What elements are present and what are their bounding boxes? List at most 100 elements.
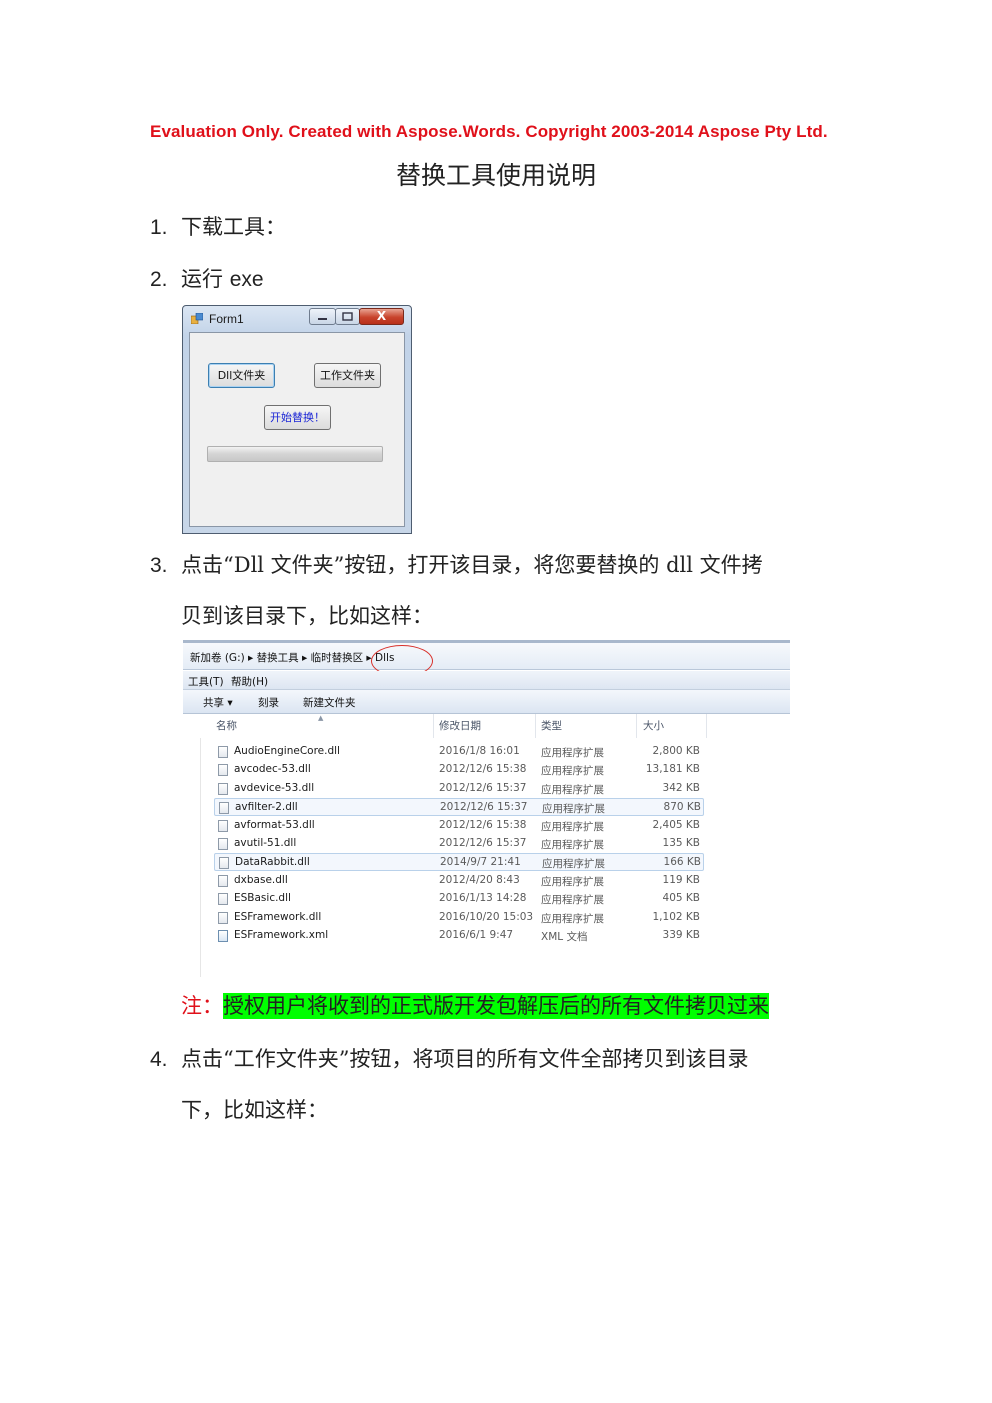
file-size: 2,800 KB xyxy=(652,745,701,757)
maximize-icon xyxy=(342,312,353,321)
file-type: 应用程序扩展 xyxy=(541,747,604,759)
file-name: avcodec-53.dll xyxy=(234,763,311,775)
note-highlighted-text: 授权用户将收到的正式版开发包解压后的所有文件拷贝过来 xyxy=(223,993,769,1019)
file-row[interactable]: avutil-51.dll 2012/12/6 15:37 应用程序扩展 135… xyxy=(214,835,704,853)
file-date: 2012/12/6 15:37 xyxy=(440,801,528,813)
column-header-name[interactable]: 名称 xyxy=(216,714,237,738)
start-replace-button[interactable]: 开始替换！ xyxy=(264,405,331,430)
breadcrumb[interactable]: 新加卷 (G:) ▸ 替换工具 ▸ 临时替换区 ▸ Dlls xyxy=(190,650,394,665)
dll-file-icon xyxy=(218,912,228,924)
close-button[interactable]: X xyxy=(359,308,404,325)
file-name: AudioEngineCore.dll xyxy=(234,745,340,757)
column-header-date[interactable]: 修改日期 xyxy=(439,714,481,738)
minimize-icon xyxy=(318,318,327,320)
step-3: 3. 点击“Dll 文件夹”按钮，打开该目录，将您要替换的 dll 文件拷 xyxy=(150,549,763,579)
file-date: 2014/9/7 21:41 xyxy=(440,856,521,868)
file-type: 应用程序扩展 xyxy=(541,765,604,777)
menu-help[interactable]: 帮助(H) xyxy=(231,674,268,689)
file-type: 应用程序扩展 xyxy=(542,858,605,870)
menu-bar: 工具(T) 帮助(H) xyxy=(183,671,790,690)
file-size: 13,181 KB xyxy=(645,763,700,775)
file-row[interactable]: avfilter-2.dll 2012/12/6 15:37 应用程序扩展 87… xyxy=(214,798,704,816)
file-size: 135 KB xyxy=(662,837,700,849)
minimize-button[interactable] xyxy=(309,308,336,325)
file-name: ESBasic.dll xyxy=(234,892,291,904)
command-bar: 共享 ▾ 刻录 新建文件夹 xyxy=(183,690,790,714)
file-date: 2012/12/6 15:38 xyxy=(439,763,527,775)
file-type: 应用程序扩展 xyxy=(541,876,604,888)
file-size: 119 KB xyxy=(662,874,700,886)
file-type: XML 文档 xyxy=(541,931,588,943)
step-text: 点击“Dll 文件夹”按钮，打开该目录，将您要替换的 dll 文件拷 xyxy=(181,553,763,577)
form-app-icon xyxy=(191,313,203,324)
file-size: 1,102 KB xyxy=(652,911,701,923)
step-number: 4. xyxy=(150,1048,168,1071)
form1-window: Form1 X Dll文件夹 工作文件夹 开始替换！ xyxy=(182,305,412,534)
step-text: 下载工具： xyxy=(181,215,286,239)
file-name: avdevice-53.dll xyxy=(234,782,315,794)
file-name: ESFramework.xml xyxy=(234,929,329,941)
dll-file-icon xyxy=(218,746,228,758)
step-2: 2. 运行 exe xyxy=(150,263,264,293)
step-text: 点击“工作文件夹”按钮，将项目的所有文件全部拷贝到该目录 xyxy=(181,1047,749,1071)
file-name: avfilter-2.dll xyxy=(235,801,298,813)
menu-tools[interactable]: 工具(T) xyxy=(188,674,224,689)
file-date: 2016/10/20 15:03 xyxy=(439,911,534,923)
file-row[interactable]: avformat-53.dll 2012/12/6 15:38 应用程序扩展 2… xyxy=(214,817,704,835)
column-separator xyxy=(535,714,536,738)
file-row[interactable]: ESBasic.dll 2016/1/13 14:28 应用程序扩展 405 K… xyxy=(214,890,704,908)
note-label: 注： xyxy=(181,994,223,1018)
progress-bar xyxy=(207,446,383,462)
file-type: 应用程序扩展 xyxy=(541,784,604,796)
dll-file-icon xyxy=(219,857,229,869)
file-row[interactable]: AudioEngineCore.dll 2016/1/8 16:01 应用程序扩… xyxy=(214,743,704,761)
step-4: 4. 点击“工作文件夹”按钮，将项目的所有文件全部拷贝到该目录 xyxy=(150,1043,748,1073)
file-size: 166 KB xyxy=(663,856,701,868)
file-date: 2016/6/1 9:47 xyxy=(439,929,514,941)
share-button[interactable]: 共享 ▾ xyxy=(203,695,233,710)
file-name: DataRabbit.dll xyxy=(235,856,310,868)
maximize-button[interactable] xyxy=(335,308,360,325)
dll-file-icon xyxy=(218,783,228,795)
file-row[interactable]: avdevice-53.dll 2012/12/6 15:37 应用程序扩展 3… xyxy=(214,780,704,798)
file-type: 应用程序扩展 xyxy=(541,913,604,925)
dll-file-icon xyxy=(218,875,228,887)
dll-file-icon xyxy=(218,820,228,832)
dll-folder-button[interactable]: Dll文件夹 xyxy=(208,363,275,388)
evaluation-notice: Evaluation Only. Created with Aspose.Wor… xyxy=(150,122,828,141)
file-date: 2012/12/6 15:37 xyxy=(439,837,527,849)
work-folder-button[interactable]: 工作文件夹 xyxy=(314,363,381,388)
file-name: ESFramework.dll xyxy=(234,911,322,923)
step-number: 2. xyxy=(150,268,168,291)
column-separator xyxy=(636,714,637,738)
file-date: 2016/1/8 16:01 xyxy=(439,745,520,757)
step-number: 1. xyxy=(150,216,168,239)
column-header-type[interactable]: 类型 xyxy=(541,714,562,738)
file-size: 339 KB xyxy=(662,929,700,941)
new-folder-button[interactable]: 新建文件夹 xyxy=(303,695,356,710)
file-date: 2012/12/6 15:38 xyxy=(439,819,527,831)
file-date: 2016/1/13 14:28 xyxy=(439,892,527,904)
burn-button[interactable]: 刻录 xyxy=(258,695,279,710)
file-row[interactable]: avcodec-53.dll 2012/12/6 15:38 应用程序扩展 13… xyxy=(214,761,704,779)
file-type: 应用程序扩展 xyxy=(541,894,604,906)
file-row[interactable]: DataRabbit.dll 2014/9/7 21:41 应用程序扩展 166… xyxy=(214,853,704,871)
note: 注：授权用户将收到的正式版开发包解压后的所有文件拷贝过来 xyxy=(181,990,769,1020)
file-type: 应用程序扩展 xyxy=(542,803,605,815)
close-icon: X xyxy=(376,309,387,323)
file-size: 2,405 KB xyxy=(652,819,701,831)
step-4-continuation: 下，比如这样： xyxy=(181,1098,328,1122)
file-row[interactable]: ESFramework.xml 2016/6/1 9:47 XML 文档 339… xyxy=(214,927,704,945)
file-row[interactable]: ESFramework.dll 2016/10/20 15:03 应用程序扩展 … xyxy=(214,909,704,927)
form-client-area: Dll文件夹 工作文件夹 开始替换！ xyxy=(189,332,405,527)
file-date: 2012/12/6 15:37 xyxy=(439,782,527,794)
column-header-size[interactable]: 大小 xyxy=(643,714,664,738)
file-name: avutil-51.dll xyxy=(234,837,297,849)
step-text-exe: exe xyxy=(229,268,264,291)
file-size: 342 KB xyxy=(662,782,700,794)
sort-arrow-icon: ▲ xyxy=(318,714,324,722)
step-1: 1. 下载工具： xyxy=(150,211,286,241)
step-3-continuation: 贝到该目录下，比如这样： xyxy=(181,604,433,628)
file-row[interactable]: dxbase.dll 2012/4/20 8:43 应用程序扩展 119 KB xyxy=(214,872,704,890)
address-bar[interactable]: 新加卷 (G:) ▸ 替换工具 ▸ 临时替换区 ▸ Dlls xyxy=(183,640,790,670)
